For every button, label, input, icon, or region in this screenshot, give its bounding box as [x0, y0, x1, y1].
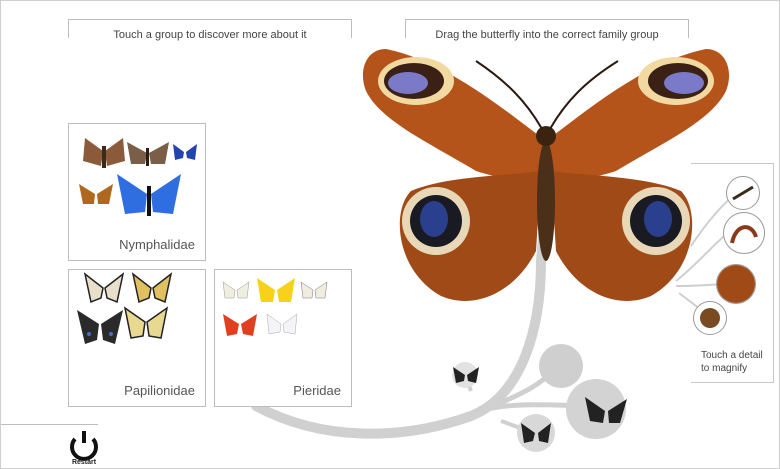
footer-divider: [1, 424, 98, 425]
restart-label: Restart: [71, 459, 97, 466]
branch-nodes: [452, 344, 627, 452]
app-canvas: Touch a group to discover more about it …: [0, 0, 780, 469]
branch-node-large: [539, 344, 583, 388]
